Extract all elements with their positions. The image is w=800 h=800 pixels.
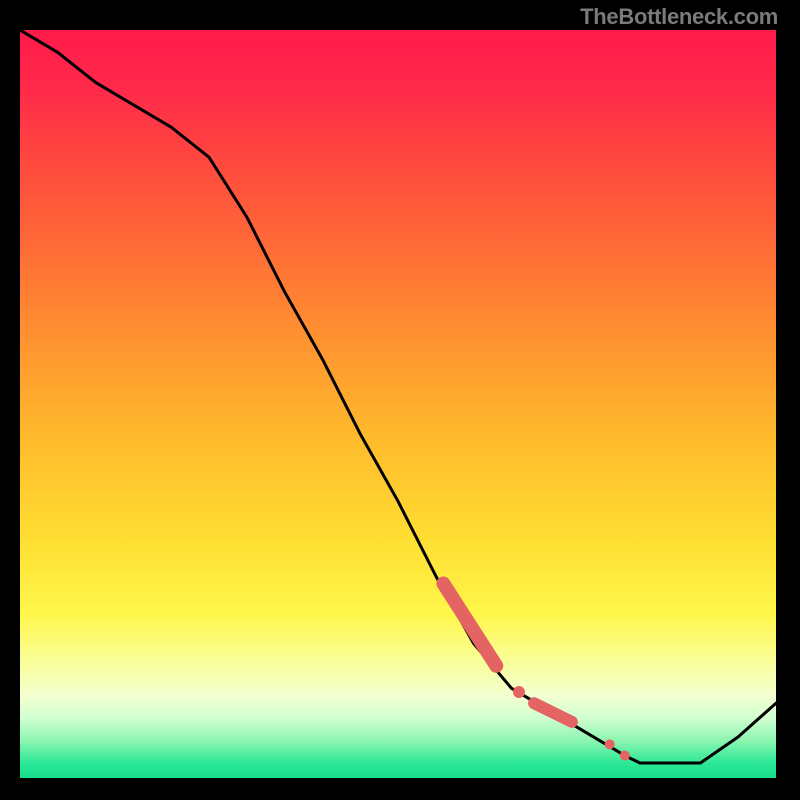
plot-svg bbox=[20, 30, 776, 778]
marker-dot-d bbox=[605, 739, 615, 749]
chart-stage: TheBottleneck.com bbox=[0, 0, 800, 800]
marker-dot-b bbox=[513, 686, 525, 698]
watermark-label: TheBottleneck.com bbox=[580, 4, 778, 30]
heat-background bbox=[20, 30, 776, 778]
plot-frame bbox=[20, 30, 776, 778]
marker-dot-e bbox=[620, 751, 630, 761]
